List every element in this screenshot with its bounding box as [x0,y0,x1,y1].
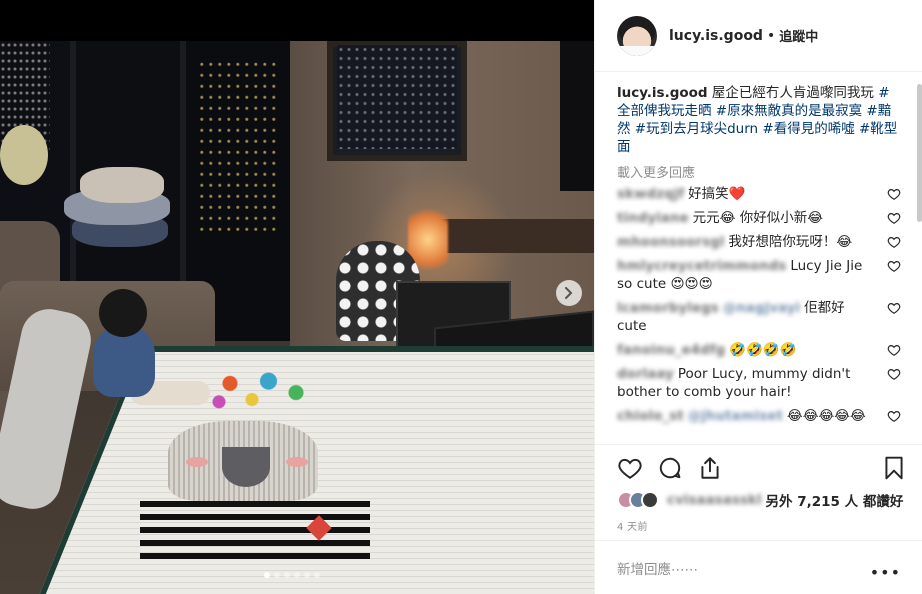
carousel-dot [284,572,290,578]
post-timestamp: 4 天前 [617,522,648,533]
comment-row: chiolo_st @jhutamiset 😂😂😂😂😂 [617,407,901,425]
post-photo[interactable] [0,41,594,594]
carousel-next-button[interactable] [556,280,582,306]
carousel-dot [274,572,280,578]
comment-username[interactable]: tindyiane [617,209,689,227]
carousel-dot [304,572,310,578]
comment-row: mhoonsoorsgl 我好想陪你玩呀！😂 [617,233,901,251]
liker-avatar [641,491,659,509]
comment-row: lcamorbylegs @nagjvayi 佢都好cute [617,299,901,335]
comment-username[interactable]: mhoonsoorsgl [617,233,724,251]
comment-text: 😂😂😂😂😂 [786,408,866,424]
comment-like-heart-icon[interactable] [887,343,901,357]
post-header: lucy.is.good • 追蹤中 [595,0,922,72]
liker-username[interactable]: cvisaasasskl [667,492,762,508]
comment-like-heart-icon[interactable] [887,301,901,315]
comment-username[interactable]: chiolo_st [617,407,684,425]
toys [208,365,318,411]
comment-row: skwdzqjf 好搞笑❤️ [617,185,901,203]
comment-like-heart-icon[interactable] [887,367,901,381]
load-more-comments[interactable]: 載入更多回應 [617,162,901,181]
share-icon[interactable] [697,455,723,481]
carousel-dot [314,572,320,578]
caption-text: 屋企已經冇人肯過嚟同我玩 [711,85,874,101]
comments-list: lucy.is.good 屋企已經冇人肯過嚟同我玩 #全部俾我玩走晒 #原來無敵… [595,72,922,444]
post-caption: lucy.is.good 屋企已經冇人肯過嚟同我玩 #全部俾我玩走晒 #原來無敵… [617,84,901,156]
post-media [0,0,594,594]
comment-row: hmlycreycetrimmonds Lucy Jie Jie so cute … [617,257,901,293]
comment-username[interactable]: skwdzqjf [617,185,684,203]
comment-username[interactable]: dorlaay [617,365,674,383]
comment-like-heart-icon[interactable] [887,211,901,225]
more-options-button[interactable]: ••• [870,563,901,582]
comment-row: dorlaay Poor Lucy, mummy didn't bother to… [617,365,901,401]
likes-summary[interactable]: cvisaasasskl 另外 7,215 人 都讚好 [617,488,903,512]
comment-mention[interactable]: @nagjvayi [723,299,800,317]
like-heart-icon[interactable] [617,455,643,481]
caption-username[interactable]: lucy.is.good [617,85,708,101]
comment-like-heart-icon[interactable] [887,259,901,273]
comment-text: 元元😂 你好似小新😂 [692,210,824,226]
post-actions [595,444,922,488]
header-separator: • [766,27,776,44]
comment-text: 好搞笑❤️ [688,186,746,202]
comment-text: 我好想陪你玩呀！😂 [728,234,853,250]
comment-row: tindyiane 元元😂 你好似小新😂 [617,209,901,227]
carousel-indicator [264,572,320,578]
carousel-dot [294,572,300,578]
add-comment-bar: 新增回應⋯⋯ ••• [595,540,922,594]
comment-like-heart-icon[interactable] [887,409,901,423]
header-username[interactable]: lucy.is.good [669,28,763,44]
baby [93,327,155,397]
bookmark-icon[interactable] [881,455,907,481]
carousel-dot [264,572,270,578]
comment-username[interactable]: lcamorbylegs [617,299,719,317]
comment-like-heart-icon[interactable] [887,187,901,201]
comment-username[interactable]: fanoinu_e4dfg [617,341,725,359]
follow-status-button[interactable]: 追蹤中 [779,26,818,45]
comment-like-heart-icon[interactable] [887,235,901,249]
comment-text: 🤣🤣🤣🤣 [729,342,797,358]
comment-mention[interactable]: @jhutamiset [688,407,783,425]
add-comment-input[interactable]: 新增回應⋯⋯ [617,558,698,578]
avatar[interactable] [617,15,657,56]
comment-row: fanoinu_e4dfg 🤣🤣🤣🤣 [617,341,901,359]
post-sidebar: lucy.is.good • 追蹤中 lucy.is.good 屋企已經冇人肯過… [594,0,922,594]
likes-count-text[interactable]: 另外 7,215 人 都讚好 [766,490,904,510]
chevron-right-icon [565,287,573,299]
comment-username[interactable]: hmlycreycetrimmonds [617,257,786,275]
comment-bubble-icon[interactable] [657,455,683,481]
